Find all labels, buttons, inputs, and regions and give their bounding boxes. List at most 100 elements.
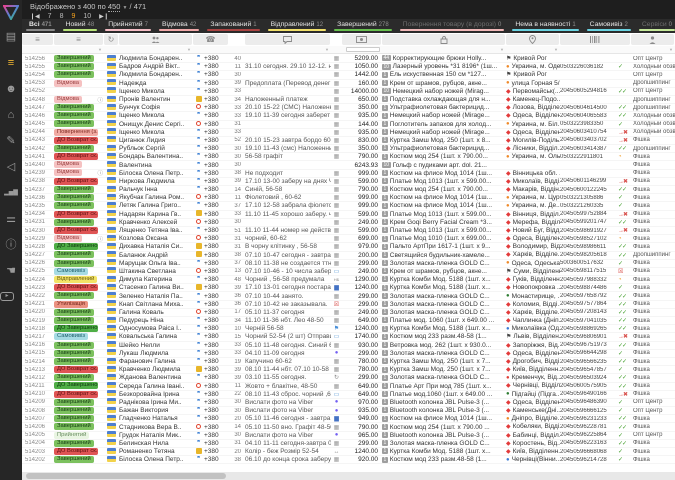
- phone-number[interactable]: +380: [204, 456, 229, 463]
- source-icon[interactable]: *: [197, 71, 200, 78]
- client-name[interactable]: Безкоровайна Ірина: [119, 391, 193, 398]
- table-row[interactable]: 514207ЗавершенийГладченко Наталья*+38020…: [22, 415, 675, 423]
- support-icon[interactable]: ☚: [0, 258, 22, 284]
- source-icon[interactable]: *: [197, 80, 200, 87]
- product-cell[interactable]: 1Куртка Комби Мод. 5188 (1шт. х...: [382, 284, 506, 291]
- phone-number[interactable]: +380: [204, 211, 229, 218]
- client-name[interactable]: Іщенко Микола: [119, 129, 193, 136]
- delivery-cell[interactable]: ●улица Горная 5/2: [506, 80, 560, 87]
- payment-icon[interactable]: ▦: [334, 97, 340, 103]
- delivery-cell[interactable]: ◆Київ, Відділенн...: [506, 366, 560, 373]
- source-icon[interactable]: [196, 251, 202, 257]
- filter-funnel-icon[interactable]: ▼: [187, 47, 191, 52]
- tab-Відмова[interactable]: Відмова42: [155, 19, 203, 33]
- table-row[interactable]: 514239ВідмоваⓘБілоска Олена Петр..*+3803…: [22, 170, 675, 178]
- payment-icon[interactable]: ☒: [334, 302, 339, 308]
- chat-icon[interactable]: [245, 34, 330, 45]
- status-badge[interactable]: Самовивіз: [54, 268, 88, 275]
- table-row[interactable]: 514202ЗавершенийБілоска Олена Петр..*+38…: [22, 456, 675, 464]
- status-badge[interactable]: ДО Завершено: [54, 325, 98, 332]
- client-name[interactable]: Циганюк Лидия: [119, 137, 193, 144]
- phone-number[interactable]: +380: [204, 301, 229, 308]
- product-cell[interactable]: 1Подставка охлаждающая для н...: [382, 96, 506, 103]
- delivery-cell[interactable]: ◆Одеса, Відділен...: [506, 129, 560, 136]
- settings-sliders-icon[interactable]: ⚌: [0, 206, 22, 232]
- delivery-cell[interactable]: ●Украина, м. Цур...: [506, 194, 560, 201]
- source-icon[interactable]: *: [197, 350, 200, 357]
- client-name[interactable]: Раднікова Ірина Ми..: [119, 399, 193, 406]
- status-badge[interactable]: ДО Завершено: [54, 382, 98, 389]
- client-name[interactable]: Баланюк Андрій: [119, 252, 193, 259]
- delivery-cell[interactable]: ◆Лісники, Відділ...: [506, 145, 560, 152]
- table-row[interactable]: 514221УтилізаціяКнап Світлана Миха..*+38…: [22, 301, 675, 309]
- tracking-number[interactable]: 0503226036182: [560, 64, 618, 70]
- status-badge[interactable]: Завершений: [54, 104, 94, 111]
- payment-icon[interactable]: ▦: [334, 343, 340, 349]
- tracking-number[interactable]: 20450597208143: [560, 309, 618, 315]
- product-cell[interactable]: 1Bluetooth колонка JBL Pulse-3 (...: [382, 407, 506, 414]
- product-cell[interactable]: 1Платье Арт При мод 785 (1шт. х...: [382, 383, 506, 390]
- range-end[interactable]: 450: [108, 2, 121, 12]
- manager-comment[interactable]: Вислати фото на Viber: [245, 432, 331, 439]
- source-icon[interactable]: *: [197, 186, 200, 193]
- delivery-cell[interactable]: ●Украина, м. Оде...: [506, 63, 560, 70]
- status-badge[interactable]: Повернення (з..: [54, 129, 98, 136]
- tracking-number[interactable]: 0503221305886: [560, 195, 618, 201]
- payment-icon[interactable]: ▦: [334, 130, 340, 136]
- status-badge[interactable]: Прийнятий: [54, 432, 89, 439]
- phone-number[interactable]: +380: [204, 325, 229, 332]
- dashboard-icon[interactable]: ▤: [0, 24, 22, 50]
- status-badge[interactable]: Завершений: [54, 145, 94, 152]
- tracking-number[interactable]: 20450596806901: [560, 334, 618, 340]
- delivery-cell[interactable]: ●Миколаївка (Од...: [506, 325, 560, 332]
- product-cell[interactable]: 1Куртка Замш Мод. 250 (1шт. х 8...: [382, 137, 506, 144]
- table-row[interactable]: 514218ДО ЗавершеноОдносумова Раіса І..*+…: [22, 325, 675, 333]
- client-name[interactable]: Гладченко Наталья: [119, 415, 193, 422]
- phone-number[interactable]: +380: [204, 342, 229, 349]
- source-icon[interactable]: *: [197, 325, 200, 332]
- tab-Завершений[interactable]: Завершений278: [330, 19, 396, 33]
- source-icon[interactable]: *: [197, 301, 200, 308]
- scrollbar-thumb[interactable]: [26, 473, 226, 479]
- payment-icon[interactable]: ▭: [334, 269, 340, 275]
- client-name[interactable]: Онищук Денис Сергі..: [119, 121, 193, 128]
- manager-comment[interactable]: 11.10 11-44 номер не действи...: [245, 227, 331, 234]
- phone-number[interactable]: +380: [204, 268, 229, 275]
- payment-icon[interactable]: ▦: [334, 195, 340, 201]
- manager-comment[interactable]: чорний, 60-62: [245, 235, 331, 242]
- delivery-cell[interactable]: ◆Чаплинка (Дніп...: [506, 317, 560, 324]
- client-name[interactable]: Кравченко Людмила: [119, 366, 193, 373]
- tab-Прийнятий[interactable]: Прийнятий7: [101, 19, 155, 33]
- delivery-cell[interactable]: ●Украина, м. Оль...: [506, 153, 560, 160]
- delivery-cell[interactable]: ◆Харків, Відділе...: [506, 251, 560, 258]
- manager-comment[interactable]: Вислати фото на Viber: [245, 399, 331, 406]
- source-icon[interactable]: *: [197, 129, 200, 136]
- phone-number[interactable]: +380: [204, 260, 229, 267]
- delivery-cell[interactable]: ◆Кобеляки, Відді...: [506, 423, 560, 430]
- manager-comment[interactable]: 05.10 11-37 сегодня: [245, 309, 331, 316]
- tasks-icon[interactable]: ✎: [0, 128, 22, 154]
- tab-Нема в наявності[interactable]: Нема в наявності1: [508, 19, 582, 33]
- status-badge[interactable]: ДО Завершено: [54, 243, 98, 250]
- table-row[interactable]: 514211ДО ЗавершеноСереда Галина Івані..+…: [22, 383, 675, 391]
- product-cell[interactable]: 1Пальто АртПри 1617-1 (1шт. х 9...: [382, 243, 506, 250]
- client-name[interactable]: Ниркова Людмила: [119, 178, 193, 185]
- payment-icon[interactable]: ▭: [334, 392, 340, 398]
- filter-input[interactable]: [346, 47, 380, 52]
- manager-comment[interactable]: 07.10 10-42 не заказывала.: [245, 301, 331, 308]
- manager-comment[interactable]: 07.10 10-44 занято.: [245, 293, 331, 300]
- payment-icon[interactable]: ▦: [334, 367, 340, 373]
- tracking-number[interactable]: 20450598986611: [560, 244, 618, 250]
- status-badge[interactable]: Завершений: [54, 309, 94, 316]
- client-name[interactable]: Валентина: [119, 162, 193, 169]
- phone-number[interactable]: +380: [204, 424, 229, 431]
- info-icon[interactable]: ⓘ: [97, 96, 103, 104]
- delivery-cell[interactable]: ◆Вінниця, Відділ...: [506, 211, 560, 218]
- phone-number[interactable]: +380: [204, 333, 229, 340]
- people-icon[interactable]: [119, 34, 192, 45]
- product-cell[interactable]: 1Куртка Комби Мод. 5188 (1шт. х...: [382, 325, 506, 332]
- status-badge[interactable]: Самовивіз: [54, 333, 88, 340]
- table-row[interactable]: 514254ЗавершенийЛюдмила Бондарен..*+3803…: [22, 71, 675, 79]
- payment-icon[interactable]: ▦: [334, 220, 340, 226]
- chevron-down-icon[interactable]: ▼: [123, 5, 128, 11]
